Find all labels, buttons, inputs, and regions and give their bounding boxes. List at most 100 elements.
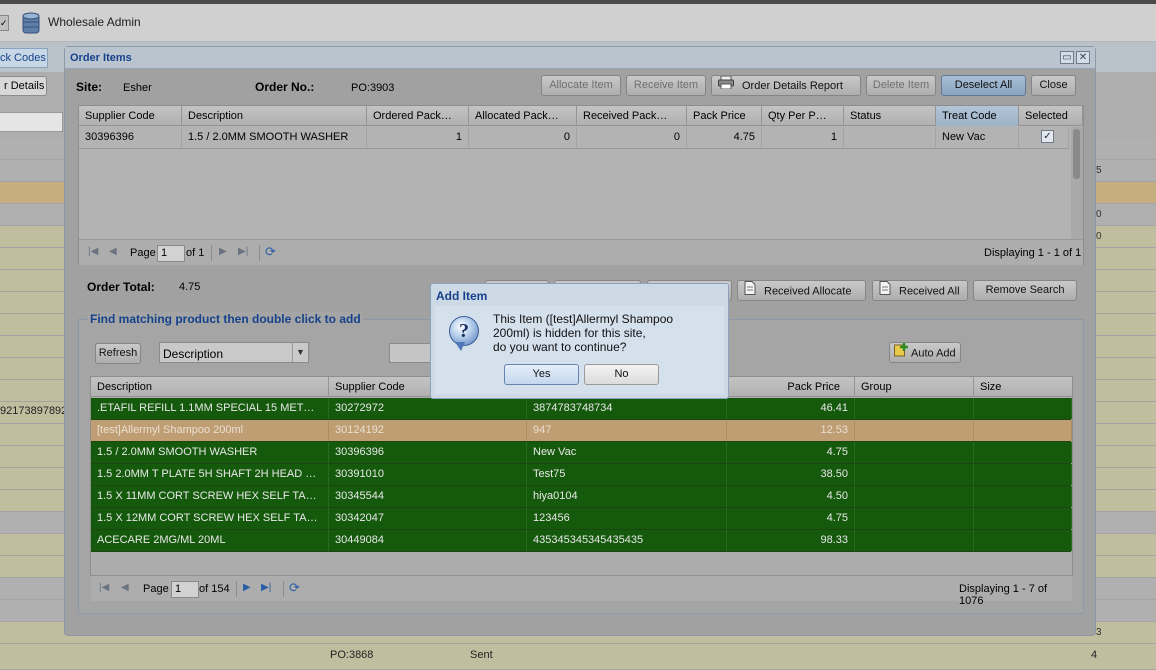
column-pack-price[interactable]: Pack Price: [687, 106, 762, 126]
deselect-all-button[interactable]: Deselect All: [941, 75, 1026, 96]
table-row[interactable]: 1.5 2.0MM T PLATE 5H SHAFT 2H HEAD L… 303…: [91, 464, 1072, 486]
background-qty: 4: [1091, 649, 1098, 661]
receive-item-button[interactable]: Receive Item: [626, 75, 706, 96]
maximize-icon[interactable]: ▭: [1060, 51, 1074, 64]
product-pager: |◀ ◀ Page 1 of 154 ▶ ▶| ⟳ Displaying 1 -…: [91, 575, 1072, 607]
selected-checkbox[interactable]: ✓: [1041, 130, 1054, 143]
auto-add-button[interactable]: Auto Add: [889, 342, 961, 363]
cell-size: [974, 486, 1072, 507]
delete-item-button[interactable]: Delete Item: [866, 75, 936, 96]
first-page-icon[interactable]: |◀: [99, 582, 109, 593]
background-long-number: 921738978928: [0, 405, 64, 417]
grid-scrollbar[interactable]: [1071, 127, 1083, 239]
column-qty-per-pack[interactable]: Qty Per P…: [762, 106, 844, 126]
document-icon: [744, 281, 756, 302]
scrollbar-thumb[interactable]: [1073, 129, 1080, 179]
background-order-no: PO:3868: [330, 649, 374, 661]
order-details-report-button[interactable]: Order Details Report: [711, 75, 861, 96]
column-received-packs[interactable]: Received Pack…: [577, 106, 687, 126]
yes-button[interactable]: Yes: [504, 364, 579, 385]
cell-treat-code: New Vac: [936, 127, 1019, 148]
tab-stock-codes[interactable]: ck Codes: [0, 48, 48, 68]
refresh-icon[interactable]: ⟳: [289, 580, 300, 596]
cell-group: [855, 464, 974, 485]
table-row[interactable]: .ETAFIL REFILL 1.1MM SPECIAL 15 METR… 302…: [91, 398, 1072, 420]
background-search-input[interactable]: [0, 112, 63, 132]
next-page-icon[interactable]: ▶: [219, 246, 227, 257]
column-size[interactable]: Size: [974, 377, 1072, 397]
background-edge-digit: 3: [1096, 627, 1102, 638]
prev-page-icon[interactable]: ◀: [109, 246, 117, 257]
cell-code: 123456: [527, 508, 727, 529]
order-no-label: Order No.:: [255, 80, 315, 94]
remove-search-button[interactable]: Remove Search: [973, 280, 1077, 301]
site-value: Esher: [123, 82, 152, 94]
page-input[interactable]: 1: [157, 245, 185, 262]
cell-pack-price: 38.50: [727, 464, 855, 485]
cell-status: [844, 127, 936, 148]
cell-size: [974, 442, 1072, 463]
display-count: Displaying 1 - 7 of 1076: [959, 583, 1048, 607]
cell-selected: ✓: [1019, 127, 1069, 148]
prev-page-icon[interactable]: ◀: [121, 582, 129, 593]
column-description[interactable]: Description: [182, 106, 367, 126]
chevron-down-icon[interactable]: ▼: [292, 343, 308, 362]
column-selected[interactable]: Selected: [1019, 106, 1083, 126]
last-page-icon[interactable]: ▶|: [238, 246, 248, 257]
grid-header: Supplier Code Description Ordered Pack… …: [79, 106, 1083, 126]
table-row[interactable]: [test]Allermyl Shampoo 200ml 30124192 947 1…: [91, 420, 1072, 442]
cell-group: [855, 420, 974, 441]
cell-supplier-code: 30391010: [329, 464, 527, 485]
cell-pack-price: 4.75: [687, 127, 762, 148]
pager-divider: [283, 581, 284, 597]
refresh-icon[interactable]: ⟳: [265, 244, 276, 260]
cell-code: Test75: [527, 464, 727, 485]
auto-add-label: Auto Add: [911, 347, 956, 360]
cell-description: ACECARE 2MG/ML 20ML: [91, 530, 329, 551]
app-title: Wholesale Admin: [48, 15, 141, 29]
printer-icon: [718, 75, 734, 96]
received-all-button[interactable]: Received All: [872, 280, 968, 301]
column-supplier-code[interactable]: Supplier Code: [79, 106, 182, 126]
received-allocate-label: Received Allocate: [764, 285, 852, 298]
allocate-item-button[interactable]: Allocate Item: [541, 75, 621, 96]
field-select[interactable]: Description ▼: [159, 342, 309, 363]
close-icon[interactable]: ✕: [1076, 51, 1090, 64]
next-page-icon[interactable]: ▶: [243, 582, 251, 593]
table-row[interactable]: 1.5 / 2.0MM SMOOTH WASHER 30396396 New Vac…: [91, 442, 1072, 464]
app-header: ✓ Wholesale Admin: [0, 4, 1156, 42]
close-button[interactable]: Close: [1031, 75, 1076, 96]
table-row[interactable]: 1.5 X 11MM CORT SCREW HEX SELF TAP… 30345…: [91, 486, 1072, 508]
search-input[interactable]: [389, 343, 434, 363]
column-status[interactable]: Status: [844, 106, 936, 126]
order-details-button[interactable]: r Details: [0, 76, 47, 96]
first-page-icon[interactable]: |◀: [88, 246, 98, 257]
site-label: Site:: [76, 80, 103, 94]
product-grid: Description Supplier Code Pack Price Gro…: [90, 376, 1073, 607]
table-row[interactable]: ACECARE 2MG/ML 20ML 30449084 4353453453454…: [91, 530, 1072, 552]
column-description[interactable]: Description: [91, 377, 329, 397]
refresh-button[interactable]: Refresh: [95, 343, 141, 364]
database-icon: [20, 11, 42, 35]
order-total-value: 4.75: [179, 281, 201, 293]
cell-group: [855, 486, 974, 507]
page-of-label: of 154: [199, 583, 230, 595]
column-pack-price[interactable]: Pack Price: [727, 377, 855, 397]
cell-pack-price: 4.50: [727, 486, 855, 507]
cell-supplier-code: 30272972: [329, 398, 527, 419]
cell-group: [855, 508, 974, 529]
last-page-icon[interactable]: ▶|: [261, 582, 271, 593]
table-row[interactable]: 1.5 X 12MM CORT SCREW HEX SELF TAP… 30342…: [91, 508, 1072, 530]
page-input[interactable]: 1: [171, 581, 199, 598]
cell-supplier-code: 30396396: [79, 127, 182, 148]
column-ordered-packs[interactable]: Ordered Pack…: [367, 106, 469, 126]
received-allocate-button[interactable]: Received Allocate: [737, 280, 866, 301]
table-row[interactable]: 30396396 1.5 / 2.0MM SMOOTH WASHER 1 0 0…: [79, 127, 1069, 149]
menu-toggle-button[interactable]: ✓: [0, 15, 9, 31]
cell-group: [855, 442, 974, 463]
column-group[interactable]: Group: [855, 377, 974, 397]
column-allocated-packs[interactable]: Allocated Pack…: [469, 106, 577, 126]
column-treat-code[interactable]: Treat Code: [936, 106, 1019, 126]
no-button[interactable]: No: [584, 364, 659, 385]
cell-description: 1.5 / 2.0MM SMOOTH WASHER: [91, 442, 329, 463]
